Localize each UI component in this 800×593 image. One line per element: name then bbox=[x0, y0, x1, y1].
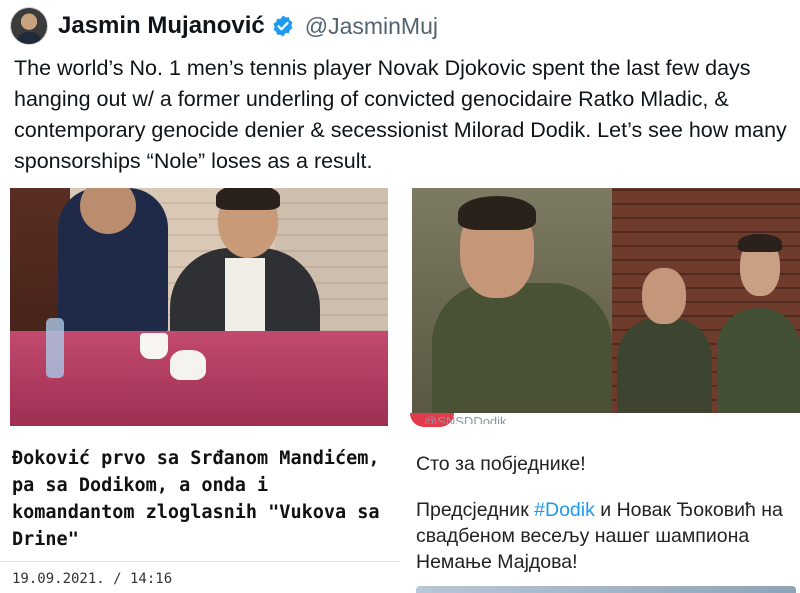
post-line-1: Сто за побједнике! bbox=[416, 453, 586, 475]
article-date: 19.09.2021. / 14:16 bbox=[12, 571, 173, 587]
avatar[interactable] bbox=[10, 7, 48, 45]
author-handle[interactable]: @JasminMuj bbox=[305, 13, 438, 40]
tweet-body-text: The world’s No. 1 men’s tennis player No… bbox=[14, 56, 787, 173]
author-display-name[interactable]: Jasmin Mujanović bbox=[58, 12, 265, 40]
soldiers-photo bbox=[412, 188, 800, 413]
media-left-article-screenshot[interactable]: Đoković prvo sa Srđanom Mandićem, pa sa … bbox=[0, 188, 400, 593]
post-text: Сто за побједнике! Предсједник #Dodik и … bbox=[416, 451, 796, 575]
post-handle: @SNSDDodik bbox=[424, 414, 507, 424]
verified-badge-icon bbox=[273, 15, 293, 37]
tweet-header: Jasmin Mujanović @JasminMuj bbox=[10, 6, 438, 46]
cropped-image-strip bbox=[416, 586, 796, 593]
media-right-post-screenshot[interactable]: @SNSDDodik Сто за побједнике! Предсједни… bbox=[406, 188, 800, 593]
post-line-2-prefix: Предсједник bbox=[416, 499, 535, 521]
post-line-2: Предсједник #Dodik и Новак Ђоковић на св… bbox=[416, 497, 796, 575]
divider bbox=[0, 561, 400, 562]
article-photo bbox=[10, 188, 388, 426]
hashtag-link[interactable]: #Dodik bbox=[534, 499, 595, 521]
article-headline: Đoković prvo sa Srđanom Mandićem, pa sa … bbox=[12, 448, 380, 550]
